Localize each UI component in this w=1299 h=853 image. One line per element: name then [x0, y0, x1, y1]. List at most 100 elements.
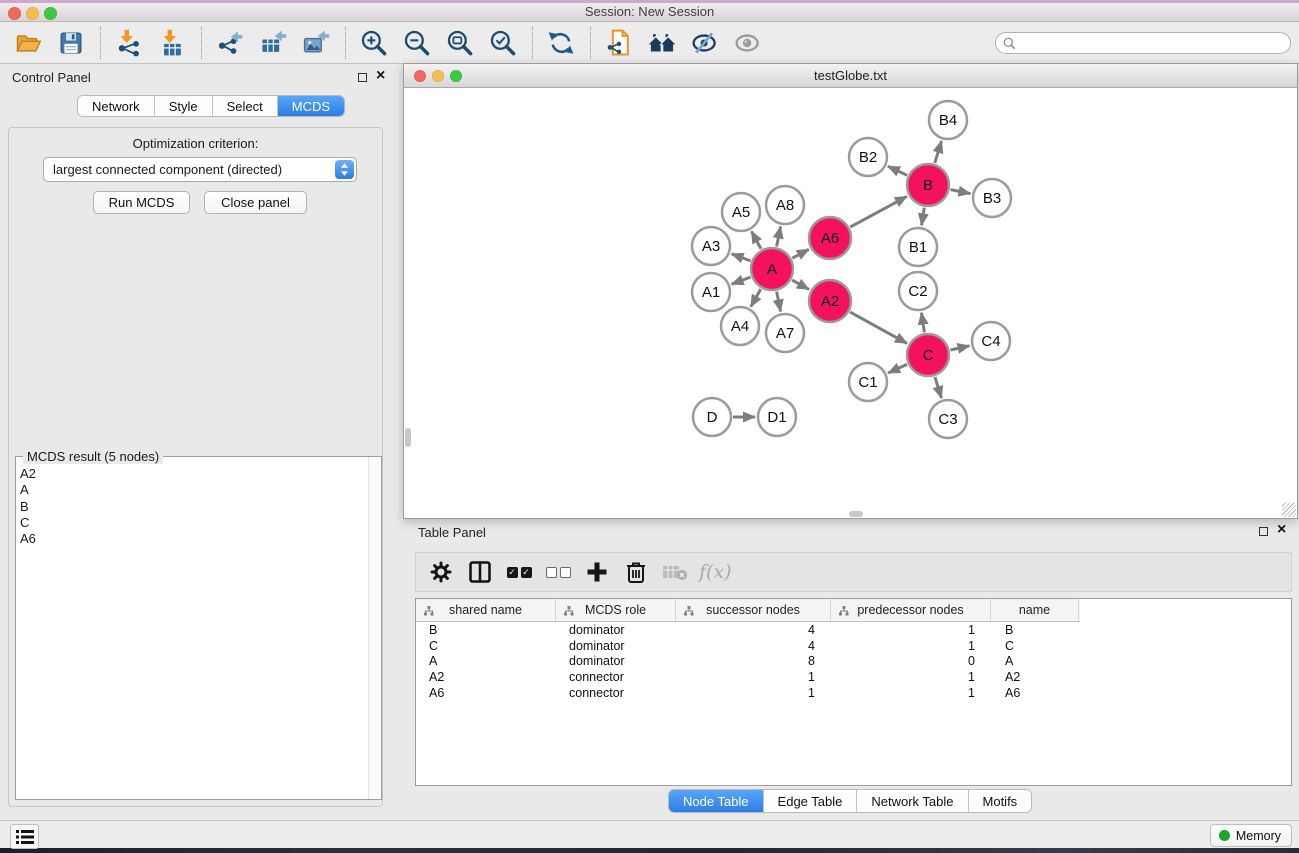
network-canvas[interactable]: B4B2BB3A8A5A6A3B1AA1C2A2A4A7C4CC1C3DD1	[404, 88, 1297, 518]
graph-node-label: B3	[983, 190, 1001, 207]
table-cell: 1	[831, 639, 991, 653]
mcds-result-item[interactable]: A6	[16, 531, 368, 547]
graph-edge-A-A1[interactable]	[732, 277, 751, 284]
import-network-icon[interactable]	[111, 25, 147, 61]
show-panel-eye-icon[interactable]	[730, 25, 766, 61]
add-column-icon[interactable]	[582, 557, 612, 587]
hide-panel-eye-slash-icon[interactable]	[687, 25, 723, 61]
tab-motifs[interactable]: Motifs	[969, 790, 1032, 812]
window-title: Session: New Session	[0, 4, 1299, 19]
table-row[interactable]: A6connector11A6	[416, 685, 1291, 701]
graph-edge-C-C4[interactable]	[951, 346, 970, 350]
mcds-result-item[interactable]: C	[16, 515, 368, 531]
graph-edge-C-C2[interactable]	[921, 313, 924, 333]
table-panel-float-icon[interactable]	[1259, 527, 1268, 536]
graph-edge-A-A2[interactable]	[792, 280, 809, 289]
graph-edge-A6-B[interactable]	[850, 196, 907, 227]
network-vertical-scrollbar[interactable]	[405, 428, 411, 447]
table-settings-gear-icon[interactable]	[426, 557, 456, 587]
network-horizontal-scrollbar[interactable]	[849, 511, 863, 517]
table-cell: A2	[416, 670, 556, 684]
mcds-result-item[interactable]: A	[16, 482, 368, 498]
zoom-in-icon[interactable]	[356, 25, 392, 61]
tab-network[interactable]: Network	[78, 96, 155, 116]
open-session-icon[interactable]	[10, 25, 46, 61]
run-mcds-button[interactable]: Run MCDS	[93, 191, 190, 214]
task-history-button[interactable]	[10, 824, 39, 849]
graph-edge-B-B2[interactable]	[888, 166, 907, 175]
sort-icon	[424, 605, 434, 619]
network-view-window: testGlobe.txt B4B2BB3A8A5A6A3B1AA1C2A2A4…	[403, 63, 1298, 519]
control-panel-close-icon[interactable]: ×	[376, 71, 385, 81]
graph-edge-C-C3[interactable]	[935, 377, 942, 398]
mcds-result-item[interactable]: B	[16, 499, 368, 515]
deselect-all-rows-icon[interactable]	[543, 557, 573, 587]
import-table-icon[interactable]	[154, 25, 190, 61]
export-image-icon[interactable]	[298, 25, 334, 61]
table-cell: B	[416, 623, 556, 637]
graph-node-label: A5	[732, 204, 750, 221]
column-header-mcds-role[interactable]: MCDS role	[556, 599, 676, 621]
search-field[interactable]	[995, 32, 1291, 54]
memory-button[interactable]: Memory	[1210, 824, 1292, 847]
criterion-dropdown-value: largest connected component (directed)	[53, 162, 282, 177]
column-header-predecessor-nodes[interactable]: predecessor nodes	[831, 599, 991, 621]
column-header-shared-name[interactable]: shared name	[416, 599, 556, 621]
mcds-result-scrollbar[interactable]	[368, 457, 381, 799]
graph-node-label: B4	[939, 112, 957, 129]
graph-edge-A-A3[interactable]	[732, 254, 751, 261]
graph-edge-A-A4[interactable]	[751, 289, 761, 307]
tab-node-table[interactable]: Node Table	[669, 790, 764, 812]
close-panel-button[interactable]: Close panel	[204, 191, 307, 214]
graph-node-label: A3	[702, 238, 720, 255]
refresh-icon[interactable]	[543, 25, 579, 61]
zoom-selected-icon[interactable]	[485, 25, 521, 61]
table-cell: A	[416, 654, 556, 668]
graph-node-label: A8	[776, 197, 794, 214]
network-from-file-icon[interactable]	[601, 25, 637, 61]
mcds-result-item[interactable]: A2	[16, 466, 368, 482]
network-resize-grip[interactable]	[1282, 503, 1296, 517]
export-table-icon[interactable]	[255, 25, 291, 61]
column-header-name[interactable]: name	[991, 599, 1079, 621]
graph-edge-A2-C[interactable]	[850, 312, 907, 343]
network-window-titlebar[interactable]: testGlobe.txt	[404, 64, 1297, 88]
graph-edge-A-A7[interactable]	[777, 292, 781, 312]
graph-edge-B-B1[interactable]	[922, 208, 925, 226]
tab-network-table[interactable]: Network Table	[857, 790, 968, 812]
checkbox-empty-icon	[546, 567, 557, 578]
zoom-out-icon[interactable]	[399, 25, 435, 61]
select-all-rows-icon[interactable]: ✓✓	[504, 557, 534, 587]
graph-edge-C-C1[interactable]	[888, 364, 907, 373]
graph-edge-A-A8[interactable]	[777, 227, 781, 247]
tab-mcds[interactable]: MCDS	[278, 96, 344, 116]
tab-select[interactable]: Select	[213, 96, 278, 116]
zoom-fit-icon[interactable]	[442, 25, 478, 61]
home-icon[interactable]	[644, 25, 680, 61]
graph-node-label: A2	[821, 293, 839, 310]
save-session-icon[interactable]	[53, 25, 89, 61]
table-row[interactable]: Cdominator41C	[416, 638, 1291, 654]
graph-edge-B-B3[interactable]	[951, 190, 971, 194]
table-cell: connector	[556, 670, 676, 684]
graph-edge-A-A6[interactable]	[792, 249, 809, 258]
search-input[interactable]	[1020, 34, 1290, 52]
control-panel-title: Control Panel	[12, 70, 91, 85]
table-panel-close-icon[interactable]: ×	[1277, 525, 1286, 535]
dropdown-stepper-icon	[335, 160, 354, 179]
column-visibility-icon[interactable]	[465, 557, 495, 587]
tab-style[interactable]: Style	[155, 96, 213, 116]
criterion-dropdown[interactable]: largest connected component (directed)	[43, 157, 357, 182]
export-network-icon[interactable]	[212, 25, 248, 61]
main-toolbar	[0, 22, 1299, 64]
table-row[interactable]: Bdominator41B	[416, 622, 1291, 638]
graph-edge-B-B4[interactable]	[935, 141, 942, 163]
graph-edge-A-A5[interactable]	[752, 231, 762, 249]
table-panel-title: Table Panel	[418, 525, 486, 540]
tab-edge-table[interactable]: Edge Table	[764, 790, 858, 812]
column-header-successor-nodes[interactable]: successor nodes	[676, 599, 831, 621]
table-row[interactable]: A2connector11A2	[416, 669, 1291, 685]
control-panel-float-icon[interactable]	[358, 73, 367, 82]
table-row[interactable]: Adominator80A	[416, 654, 1291, 670]
delete-column-trash-icon[interactable]	[621, 557, 651, 587]
